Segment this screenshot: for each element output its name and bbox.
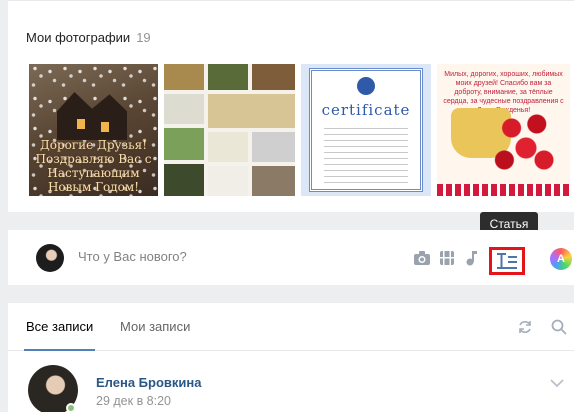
lit-window — [77, 119, 85, 129]
greeting-text: Дорогие Друзья! Поздравляю Вас с Наступа… — [35, 138, 152, 194]
photos-header[interactable]: Мои фотографии 19 — [26, 30, 151, 45]
collage-tile — [208, 166, 248, 196]
collage-tile — [252, 166, 295, 196]
online-status-icon — [66, 403, 76, 412]
chevron-down-icon[interactable] — [550, 375, 564, 391]
tab-my-posts[interactable]: Мои записи — [120, 319, 190, 334]
photos-count: 19 — [136, 30, 151, 45]
photo-thumbnail-2[interactable] — [164, 64, 295, 196]
post-author-name[interactable]: Елена Бровкина — [96, 375, 201, 390]
new-post-box: Что у Вас нового? A — [8, 230, 574, 285]
photo-thumbnail-3[interactable]: certificate — [301, 64, 431, 196]
video-icon[interactable] — [439, 250, 455, 270]
certificate-seal-icon — [357, 77, 375, 95]
collage-tile — [252, 132, 295, 162]
post-date[interactable]: 29 дек в 8:20 — [96, 394, 171, 408]
collage-tile — [164, 128, 204, 160]
collage-tile — [208, 94, 295, 128]
tab-all-posts[interactable]: Все записи — [23, 319, 96, 351]
lit-window — [101, 122, 109, 132]
collage-tile — [164, 94, 204, 124]
collage-tile — [208, 64, 248, 90]
graffiti-icon[interactable]: A — [550, 248, 572, 270]
collage-tile — [164, 164, 204, 196]
avatar[interactable] — [36, 244, 64, 272]
collage-tile — [164, 64, 204, 90]
certificate-text-lines — [324, 123, 408, 183]
feed-tabs: Все записи Мои записи — [8, 303, 574, 351]
collage-tile — [208, 132, 248, 162]
article-icon[interactable] — [489, 247, 525, 275]
photos-card: Мои фотографии 19 Дорогие Друзья! Поздрав… — [8, 0, 574, 212]
certificate-image: certificate — [309, 68, 423, 192]
certificate-title: certificate — [321, 101, 411, 119]
photo-thumbnail-4[interactable]: Милых, дорогих, хороших, любимых моих др… — [437, 64, 570, 196]
photo-thumbnail-1[interactable]: Дорогие Друзья! Поздравляю Вас с Наступа… — [29, 64, 158, 196]
music-icon[interactable] — [464, 250, 478, 270]
collage-tile — [252, 64, 295, 90]
roses-image — [490, 104, 562, 184]
search-icon[interactable] — [551, 319, 567, 339]
lace-border — [437, 184, 570, 196]
feed-card: Все записи Мои записи Елена Бровкина 29 … — [8, 303, 574, 412]
camera-icon[interactable] — [413, 250, 431, 270]
photos-title[interactable]: Мои фотографии — [26, 30, 130, 45]
new-post-input[interactable]: Что у Вас нового? — [78, 249, 187, 264]
refresh-icon[interactable] — [517, 319, 533, 339]
